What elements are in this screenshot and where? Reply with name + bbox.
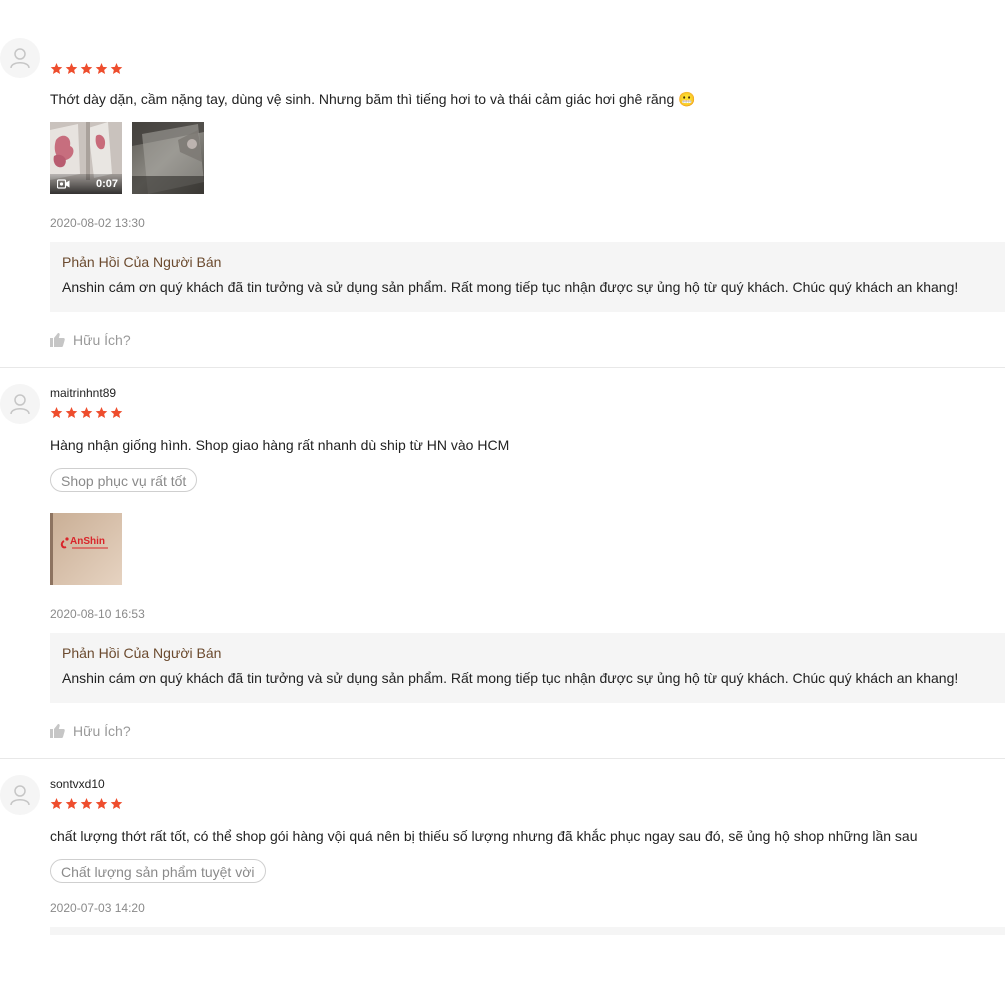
avatar[interactable] [0, 384, 40, 424]
review-tag: Chất lượng sản phẩm tuyệt vời [50, 859, 266, 883]
helpful-button[interactable]: Hữu Ích? [50, 332, 131, 348]
review-photo: AnShin [50, 513, 122, 585]
seller-reply-text: Anshin cám ơn quý khách đã tin tưởng và … [62, 670, 959, 686]
seller-reply-title: Phản Hồi Của Người Bán [62, 645, 222, 661]
reviewer-username[interactable]: sontvxd10 [50, 777, 105, 791]
review-divider [0, 758, 1005, 759]
star-icon [95, 797, 108, 810]
seller-reply-text: Anshin cám ơn quý khách đã tin tưởng và … [62, 279, 959, 295]
star-icon [65, 62, 78, 75]
helpful-label: Hữu Ích? [73, 332, 131, 348]
review-video-thumbnail[interactable]: 0:07 [50, 122, 122, 194]
star-icon [95, 406, 108, 419]
video-duration: 0:07 [95, 178, 118, 190]
helpful-button[interactable]: Hữu Ích? [50, 723, 131, 739]
star-icon [80, 406, 93, 419]
seller-reply: Phản Hồi Của Người Bán Anshin cám ơn quý… [50, 633, 1005, 703]
review-text: chất lượng thớt rất tốt, có thể shop gói… [50, 828, 918, 844]
review-list: Thớt dày dặn, cầm nặng tay, dùng vệ sinh… [0, 0, 1005, 1005]
review-image-thumbnail[interactable]: AnShin [50, 513, 122, 585]
seller-reply [50, 927, 1005, 935]
avatar[interactable] [0, 38, 40, 78]
star-icon [65, 797, 78, 810]
star-icon [65, 406, 78, 419]
seller-reply-title: Phản Hồi Của Người Bán [62, 254, 222, 270]
user-icon [10, 48, 30, 69]
review-image-thumbnail[interactable] [132, 122, 204, 194]
star-icon [80, 797, 93, 810]
star-icon [110, 62, 123, 75]
star-icon [80, 62, 93, 75]
review-text: Thớt dày dặn, cầm nặng tay, dùng vệ sinh… [50, 91, 696, 107]
rating-stars [50, 797, 123, 810]
star-icon [50, 406, 63, 419]
review-tag: Shop phục vụ rất tốt [50, 468, 198, 492]
star-icon [95, 62, 108, 75]
avatar[interactable] [0, 775, 40, 815]
video-info-bar: 0:07 [50, 174, 122, 194]
brand-logo-text: AnShin [70, 536, 105, 547]
star-icon [110, 797, 123, 810]
user-icon [10, 785, 30, 806]
thumbs-up-icon [50, 724, 65, 738]
review-timestamp: 2020-08-10 16:53 [50, 607, 145, 621]
rating-stars [50, 62, 123, 75]
review-photo [132, 122, 204, 194]
seller-reply: Phản Hồi Của Người Bán Anshin cám ơn quý… [50, 242, 1005, 312]
rating-stars [50, 406, 123, 419]
star-icon [50, 797, 63, 810]
review-timestamp: 2020-08-02 13:30 [50, 216, 145, 230]
star-icon [110, 406, 123, 419]
star-icon [50, 62, 63, 75]
reviewer-username[interactable]: maitrinhnt89 [50, 386, 116, 400]
video-camera-icon [57, 179, 70, 189]
review-text: Hàng nhận giống hình. Shop giao hàng rất… [50, 437, 510, 453]
review-divider [0, 367, 1005, 368]
thumbs-up-icon [50, 333, 65, 347]
review-timestamp: 2020-07-03 14:20 [50, 901, 145, 915]
helpful-label: Hữu Ích? [73, 723, 131, 739]
user-icon [10, 394, 30, 415]
